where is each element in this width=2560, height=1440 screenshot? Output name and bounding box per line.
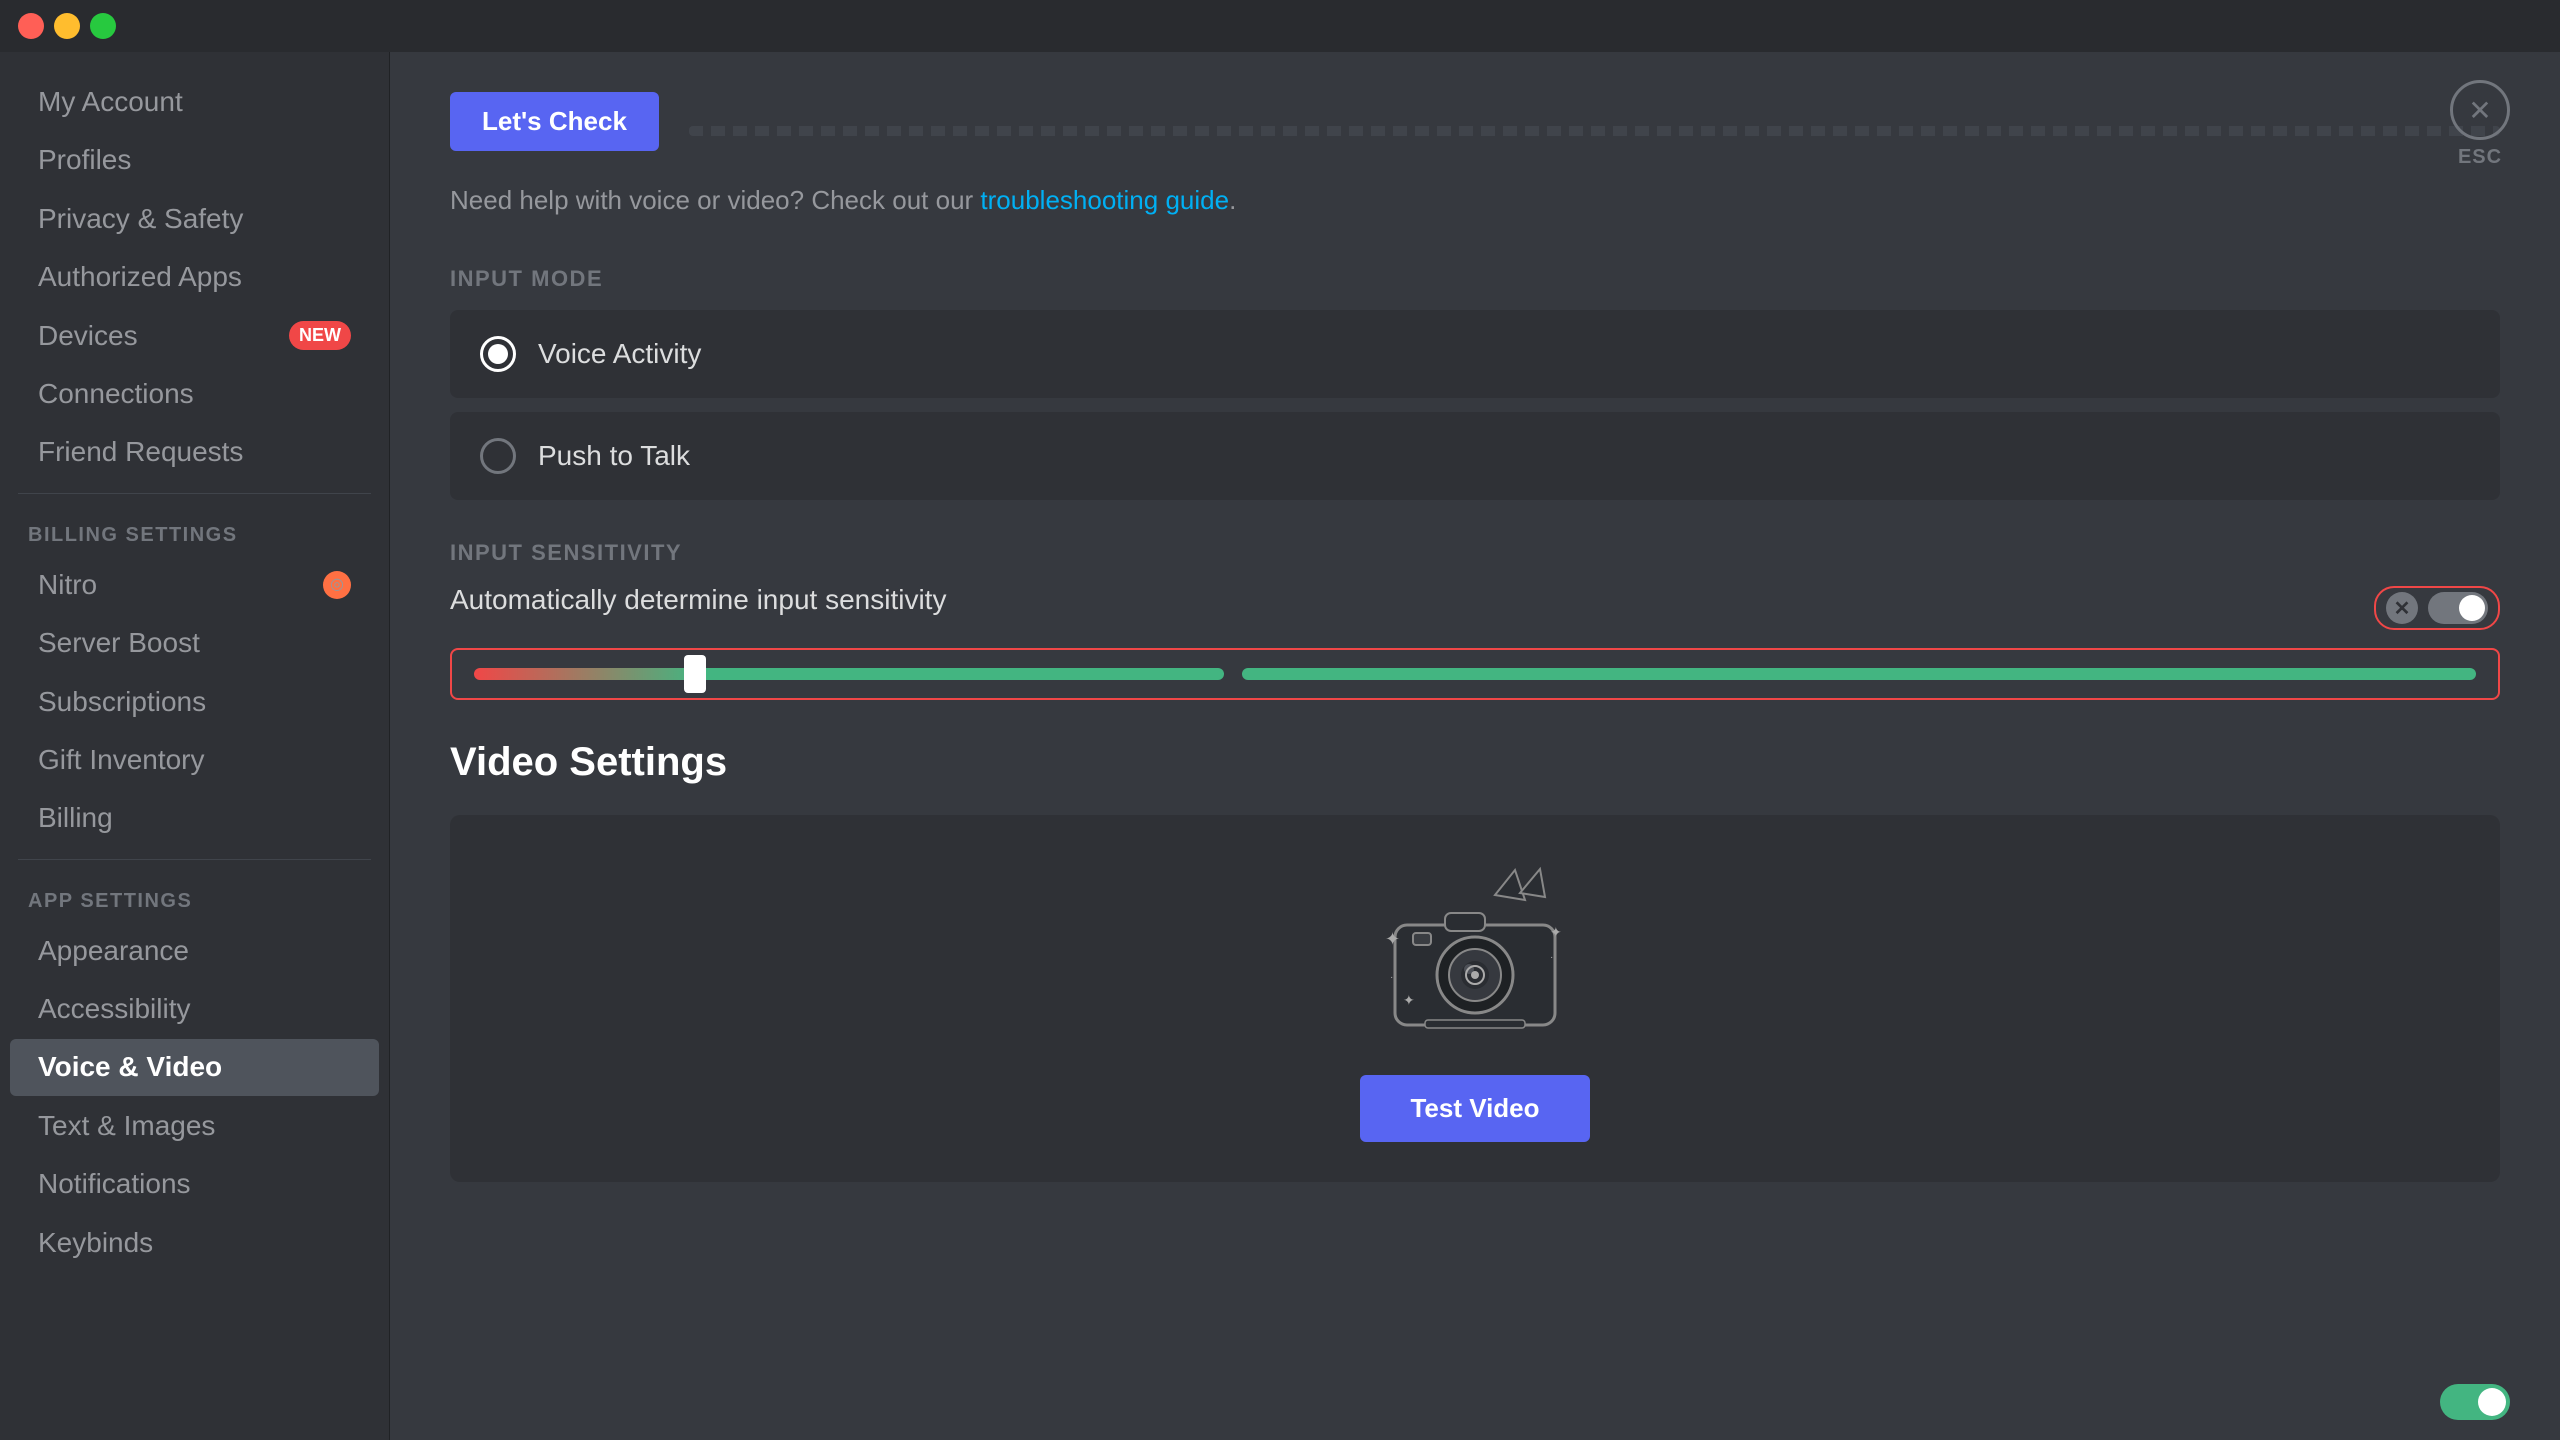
svg-text:✦: ✦: [1550, 924, 1562, 940]
sidebar-item-privacy-safety[interactable]: Privacy & Safety: [10, 191, 379, 247]
sidebar-item-connections[interactable]: Connections: [10, 366, 379, 422]
sidebar-item-gift-inventory[interactable]: Gift Inventory: [10, 732, 379, 788]
voice-activity-label: Voice Activity: [538, 338, 701, 370]
slider-thumb[interactable]: [684, 655, 706, 693]
sidebar-item-appearance[interactable]: Appearance: [10, 923, 379, 979]
push-to-talk-radio[interactable]: [480, 438, 516, 474]
svg-text:✦: ✦: [1403, 992, 1415, 1008]
sidebar-item-notifications[interactable]: Notifications: [10, 1156, 379, 1212]
sensitivity-slider[interactable]: [474, 668, 1224, 680]
sidebar-item-subscriptions[interactable]: Subscriptions: [10, 674, 379, 730]
lets-check-button[interactable]: Let's Check: [450, 92, 659, 151]
toggle-x-icon: ✕: [2386, 592, 2418, 624]
sidebar-item-keybinds[interactable]: Keybinds: [10, 1215, 379, 1271]
sidebar-item-devices[interactable]: Devices NEW: [10, 308, 379, 364]
bottom-toggle-thumb: [2478, 1388, 2506, 1416]
sensitivity-header: INPUT SENSITIVITY: [450, 540, 2500, 566]
esc-label: ESC: [2458, 146, 2502, 169]
input-sensitivity-section: INPUT SENSITIVITY Automatically determin…: [450, 540, 2500, 700]
sidebar-item-server-boost[interactable]: Server Boost: [10, 615, 379, 671]
push-to-talk-option[interactable]: Push to Talk: [450, 412, 2500, 500]
close-button[interactable]: [18, 13, 44, 39]
sidebar-item-my-account[interactable]: My Account: [10, 74, 379, 130]
video-preview-box: ✦ ✦ · · ✦ Test Video: [450, 815, 2500, 1182]
svg-text:·: ·: [1550, 952, 1553, 963]
sidebar-item-profiles[interactable]: Profiles: [10, 132, 379, 188]
auto-sensitivity-toggle-wrapper: ✕: [2374, 586, 2500, 630]
svg-text:✦: ✦: [1385, 929, 1400, 949]
esc-circle-icon: ✕: [2450, 80, 2510, 140]
sidebar-item-nitro[interactable]: Nitro ◎: [10, 557, 379, 613]
main-layout: My Account Profiles Privacy & Safety Aut…: [0, 0, 2560, 1440]
voice-activity-option[interactable]: Voice Activity: [450, 310, 2500, 398]
bottom-toggle-track[interactable]: [2440, 1384, 2510, 1420]
bottom-toggle: [2440, 1384, 2510, 1420]
sidebar-divider-billing: [18, 493, 371, 494]
test-video-button[interactable]: Test Video: [1360, 1075, 1589, 1142]
app-settings-label: APP SETTINGS: [0, 872, 389, 921]
esc-button[interactable]: ✕ ESC: [2450, 80, 2510, 169]
billing-settings-label: BILLING SETTINGS: [0, 506, 389, 555]
sidebar-item-authorized-apps[interactable]: Authorized Apps: [10, 249, 379, 305]
slider-bar-right: [1242, 668, 2476, 680]
svg-text:·: ·: [1390, 972, 1393, 983]
progress-bar: [689, 126, 2500, 136]
minimize-button[interactable]: [54, 13, 80, 39]
maximize-button[interactable]: [90, 13, 116, 39]
sensitivity-slider-container: [450, 648, 2500, 700]
input-mode-label: INPUT MODE: [450, 266, 2500, 292]
camera-illustration: ✦ ✦ · · ✦: [1365, 865, 1585, 1045]
sidebar: My Account Profiles Privacy & Safety Aut…: [0, 52, 390, 1440]
titlebar: [0, 0, 2560, 52]
auto-sensitivity-label: Automatically determine input sensitivit…: [450, 584, 946, 616]
top-bar: Let's Check: [450, 92, 2500, 169]
main-content: ✕ ESC Let's Check Need help with voice o…: [390, 52, 2560, 1440]
voice-activity-radio[interactable]: [480, 336, 516, 372]
auto-sensitivity-toggle[interactable]: [2428, 592, 2488, 624]
new-badge: NEW: [289, 321, 351, 350]
sidebar-item-accessibility[interactable]: Accessibility: [10, 981, 379, 1037]
sidebar-divider-app: [18, 859, 371, 860]
video-settings-title: Video Settings: [450, 740, 2500, 785]
sidebar-item-billing[interactable]: Billing: [10, 790, 379, 846]
sidebar-item-text-images[interactable]: Text & Images: [10, 1098, 379, 1154]
toggle-thumb: [2459, 595, 2485, 621]
nitro-icon: ◎: [323, 571, 351, 599]
sidebar-item-friend-requests[interactable]: Friend Requests: [10, 424, 379, 480]
sensitivity-title: INPUT SENSITIVITY: [450, 540, 682, 566]
troubleshooting-link[interactable]: troubleshooting guide: [980, 185, 1229, 215]
sidebar-item-voice-video[interactable]: Voice & Video: [10, 1039, 379, 1095]
push-to-talk-label: Push to Talk: [538, 440, 690, 472]
help-text: Need help with voice or video? Check out…: [450, 185, 2500, 216]
